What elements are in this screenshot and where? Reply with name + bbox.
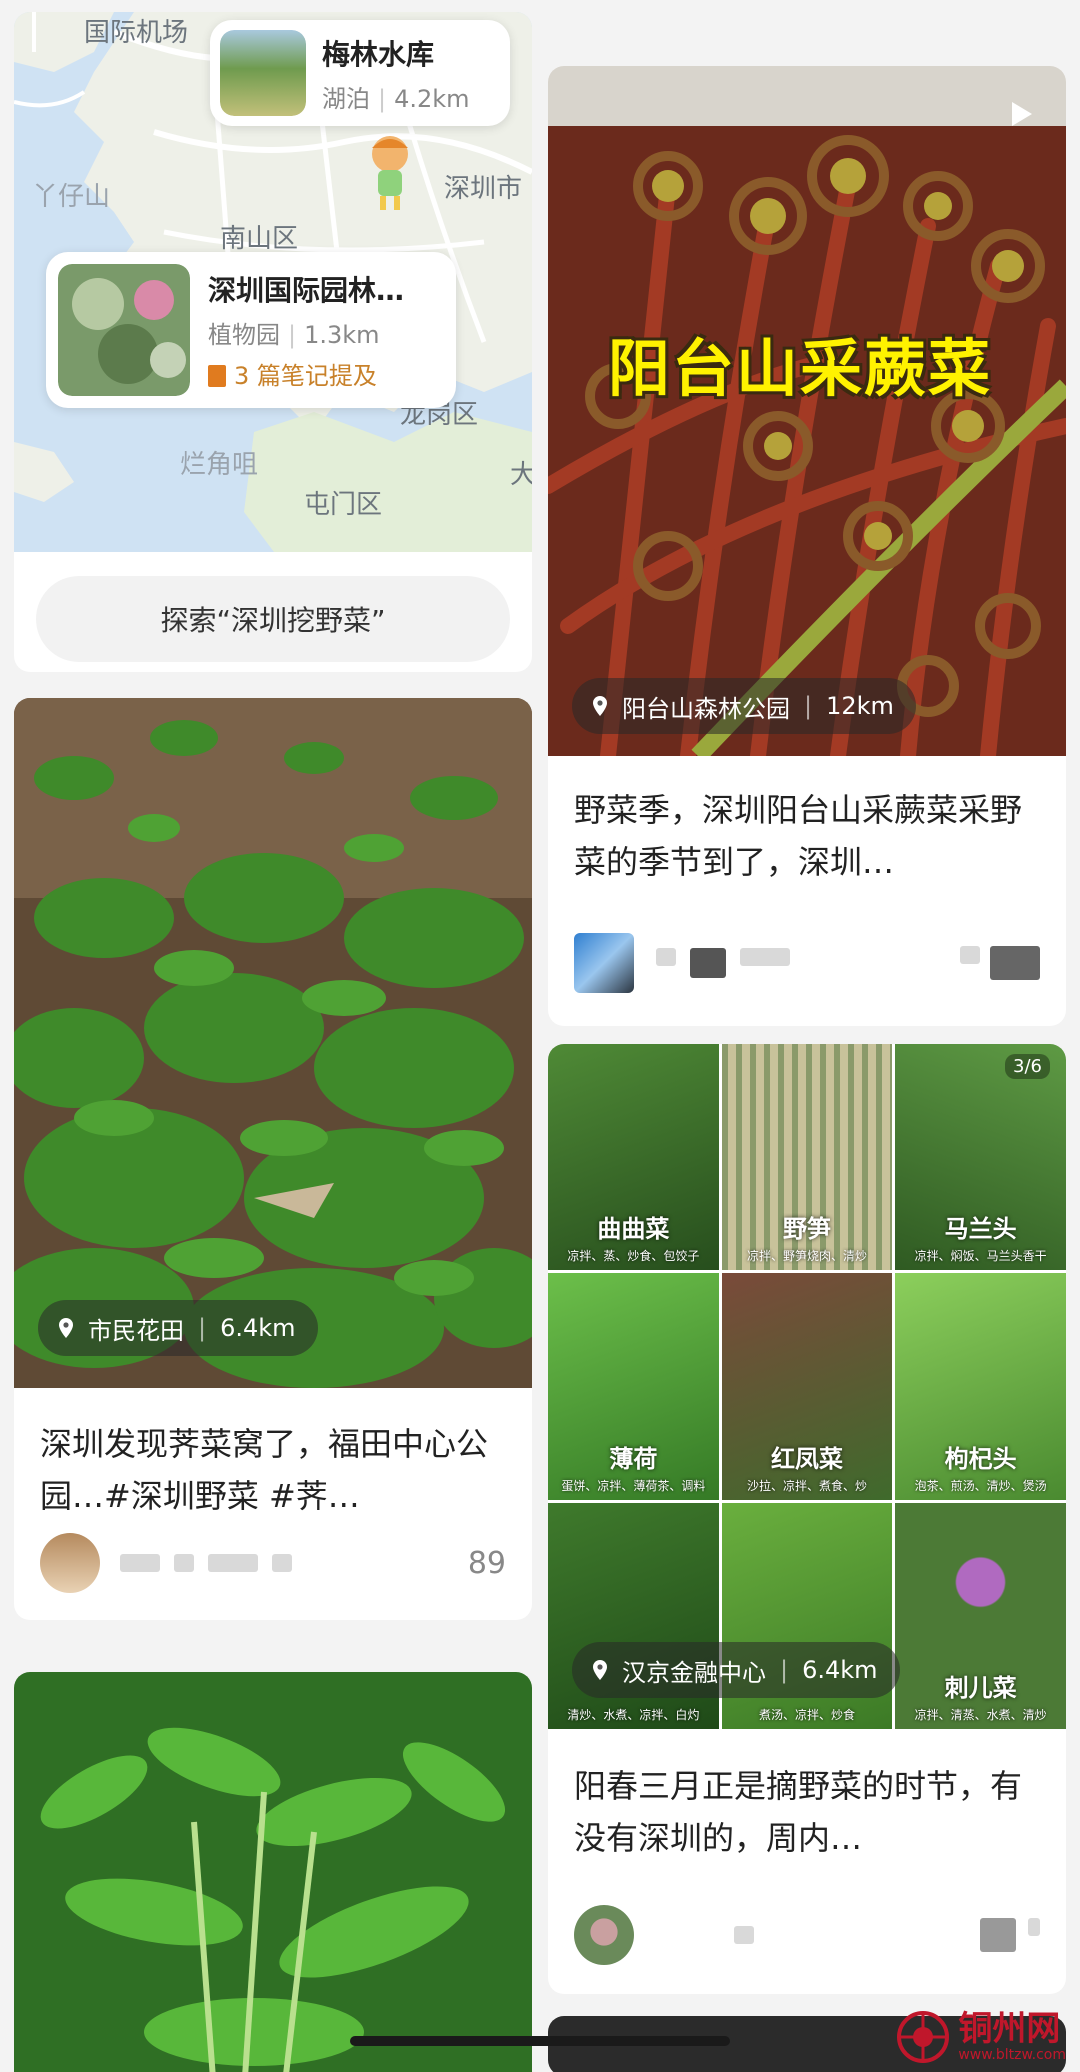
explore-button[interactable]: 探索“深圳挖野菜” — [36, 576, 510, 662]
collage-label: 枸杞头 — [944, 1444, 1017, 1473]
collage-sub: 凉拌、蒸、炒食、包饺子 — [567, 1249, 700, 1264]
note-card-shepherds-purse[interactable]: 市民花田 | 6.4km 深圳发现荠菜窝了，福田中心公园…#深圳野菜 #荠… 89 — [14, 698, 532, 1620]
watermark-logo-icon — [897, 2011, 950, 2063]
note-card-wild-veg-collage[interactable]: 曲曲菜凉拌、蒸、炒食、包饺子 野笋凉拌、野笋烧肉、清炒 3/6 马兰头凉拌、焖饭、… — [548, 1044, 1066, 1994]
like-count-blurred[interactable] — [980, 1918, 1040, 1952]
collage-sub: 蛋饼、凉拌、薄荷茶、调料 — [561, 1478, 706, 1493]
collage-cell-6: 枸杞头泡茶、煎汤、清炒、煲汤 — [895, 1273, 1066, 1500]
collage-cell-9: 刺儿菜凉拌、清蒸、水煮、清炒 — [895, 1502, 1066, 1729]
location-pin-icon — [59, 1318, 73, 1338]
poi-garden-thumbnail — [58, 264, 190, 396]
poi-reservoir-meta: 湖泊 | 4.2km — [322, 84, 470, 113]
poi-garden-notes-text: 3 篇笔记提及 — [234, 362, 377, 390]
like-count[interactable]: 89 — [468, 1546, 506, 1581]
location-distance: 6.4km — [220, 1314, 296, 1342]
map-label-shenzhen-city: 深圳市 — [444, 174, 523, 204]
collage-sub: 煮汤、凉拌、炒食 — [758, 1707, 855, 1722]
image-page-count: 3/6 — [1005, 1054, 1050, 1079]
location-badge-collage[interactable]: 汉京金融中心 | 6.4km — [572, 1642, 900, 1698]
poi-reservoir-name: 梅林水库 — [322, 37, 435, 71]
collage-cell-2: 野笋凉拌、野笋烧肉、清炒 — [721, 1044, 893, 1271]
map-label-lanjiaozui: 烂角咀 — [180, 450, 259, 480]
location-name: 汉京金融中心 — [622, 1658, 766, 1687]
location-badge-shepherds-purse[interactable]: 市民花田 | 6.4km — [38, 1300, 318, 1356]
author-name-blurred — [734, 1926, 754, 1944]
note-photo-fern[interactable] — [548, 66, 1066, 756]
poi-garden-type: 植物园 — [208, 321, 280, 349]
note-title[interactable]: 野菜季，深圳阳台山采蕨菜采野菜的季节到了，深圳… — [574, 784, 1040, 888]
author-avatar[interactable] — [40, 1533, 100, 1593]
collage-sub: 凉拌、野笋烧肉、清炒 — [746, 1249, 867, 1264]
photo-overlay-title: 阳台山采蕨菜 — [608, 332, 993, 405]
map-label-yazaishan: 丫仔山 — [32, 182, 111, 212]
collage-sub: 沙拉、凉拌、煮食、炒 — [746, 1478, 867, 1493]
author-name-blurred — [656, 948, 790, 978]
collage-label: 野笋 — [782, 1215, 831, 1244]
location-distance: 6.4km — [802, 1656, 878, 1684]
collage-cell-5: 红凤菜沙拉、凉拌、煮食、炒 — [721, 1273, 893, 1500]
collage-label: 红凤菜 — [770, 1444, 843, 1473]
location-name: 阳台山森林公园 — [622, 694, 790, 723]
poi-garden-distance: 1.3km — [304, 321, 380, 349]
like-count-blurred[interactable] — [960, 946, 1040, 980]
author-row[interactable] — [574, 1900, 1040, 1970]
collage-sub: 清炒、水煮、凉拌、白灼 — [567, 1707, 700, 1722]
author-row[interactable] — [574, 928, 1040, 998]
poi-reservoir-distance: 4.2km — [394, 84, 470, 113]
location-pin-icon — [593, 696, 607, 716]
author-row[interactable]: 89 — [40, 1528, 506, 1598]
note-photo-greens[interactable] — [14, 1672, 532, 2072]
map-label-tuenmun: 屯门区 — [304, 490, 383, 520]
location-name: 市民花田 — [88, 1316, 184, 1345]
note-title[interactable]: 阳春三月正是摘野菜的时节，有没有深圳的，周内… — [574, 1760, 1040, 1864]
map-label-airport: 国际机场 — [84, 18, 189, 48]
note-card-fern[interactable]: 阳台山采蕨菜 阳台山森林公园 | 12km 野菜季，深圳阳台山采蕨菜采野菜的季节到了… — [548, 66, 1066, 1026]
location-pin-icon — [593, 1660, 607, 1680]
home-indicator[interactable] — [350, 2036, 730, 2046]
video-play-icon[interactable] — [1002, 96, 1038, 132]
collage-sub: 泡茶、煎汤、清炒、煲汤 — [914, 1478, 1047, 1493]
map-label-nanshan: 南山区 — [220, 224, 299, 254]
author-name-blurred — [120, 1554, 292, 1572]
wild-veg-collage[interactable]: 曲曲菜凉拌、蒸、炒食、包饺子 野笋凉拌、野笋烧肉、清炒 3/6 马兰头凉拌、焖饭、… — [548, 1044, 1066, 1729]
author-avatar[interactable] — [574, 1905, 634, 1965]
watermark-name: 铜州网 — [958, 2009, 1061, 2049]
note-card-greens[interactable] — [14, 1672, 532, 2072]
map-label-da: 大 — [510, 460, 532, 490]
user-location-avatar-icon[interactable] — [360, 130, 420, 214]
map[interactable]: 国际机场 丫仔山 南山区 深圳市 龙岗区 烂角咀 屯门区 大 梅林水库 湖泊 |… — [14, 12, 532, 552]
watermark-url: www.bltzw.com — [958, 2047, 1066, 2063]
poi-garden-name: 深圳国际园林… — [208, 274, 405, 307]
collage-label: 薄荷 — [609, 1444, 658, 1473]
poi-card-reservoir[interactable]: 梅林水库 湖泊 | 4.2km — [210, 20, 510, 126]
collage-label: 马兰头 — [944, 1215, 1017, 1244]
poi-garden-notes[interactable]: 3 篇笔记提及 — [208, 356, 440, 391]
author-avatar[interactable] — [574, 933, 634, 993]
collage-cell-1: 曲曲菜凉拌、蒸、炒食、包饺子 — [548, 1044, 719, 1271]
location-badge-fern[interactable]: 阳台山森林公园 | 12km — [572, 678, 916, 734]
poi-garden-meta: 植物园 | 1.3km — [208, 321, 380, 349]
collage-sub: 凉拌、清蒸、水煮、清炒 — [914, 1707, 1047, 1722]
poi-reservoir-type: 湖泊 — [322, 84, 370, 113]
poi-reservoir-thumbnail — [220, 30, 306, 116]
collage-sub: 凉拌、焖饭、马兰头香干 — [914, 1249, 1047, 1264]
poi-card-garden[interactable]: 深圳国际园林… 植物园 | 1.3km 3 篇笔记提及 — [46, 252, 456, 408]
collage-label: 曲曲菜 — [597, 1215, 670, 1244]
collage-cell-4: 薄荷蛋饼、凉拌、薄荷茶、调料 — [548, 1273, 719, 1500]
watermark: 铜州网 www.bltzw.com — [896, 2010, 1066, 2064]
map-card[interactable]: 国际机场 丫仔山 南山区 深圳市 龙岗区 烂角咀 屯门区 大 梅林水库 湖泊 |… — [14, 12, 532, 672]
location-distance: 12km — [826, 692, 894, 720]
note-photo-shepherds-purse[interactable] — [14, 698, 532, 1388]
collage-cell-3: 3/6 马兰头凉拌、焖饭、马兰头香干 — [895, 1044, 1066, 1271]
note-title[interactable]: 深圳发现荠菜窝了，福田中心公园…#深圳野菜 #荠… — [40, 1418, 506, 1522]
notebook-icon — [208, 365, 226, 387]
collage-label: 刺儿菜 — [944, 1673, 1017, 1702]
